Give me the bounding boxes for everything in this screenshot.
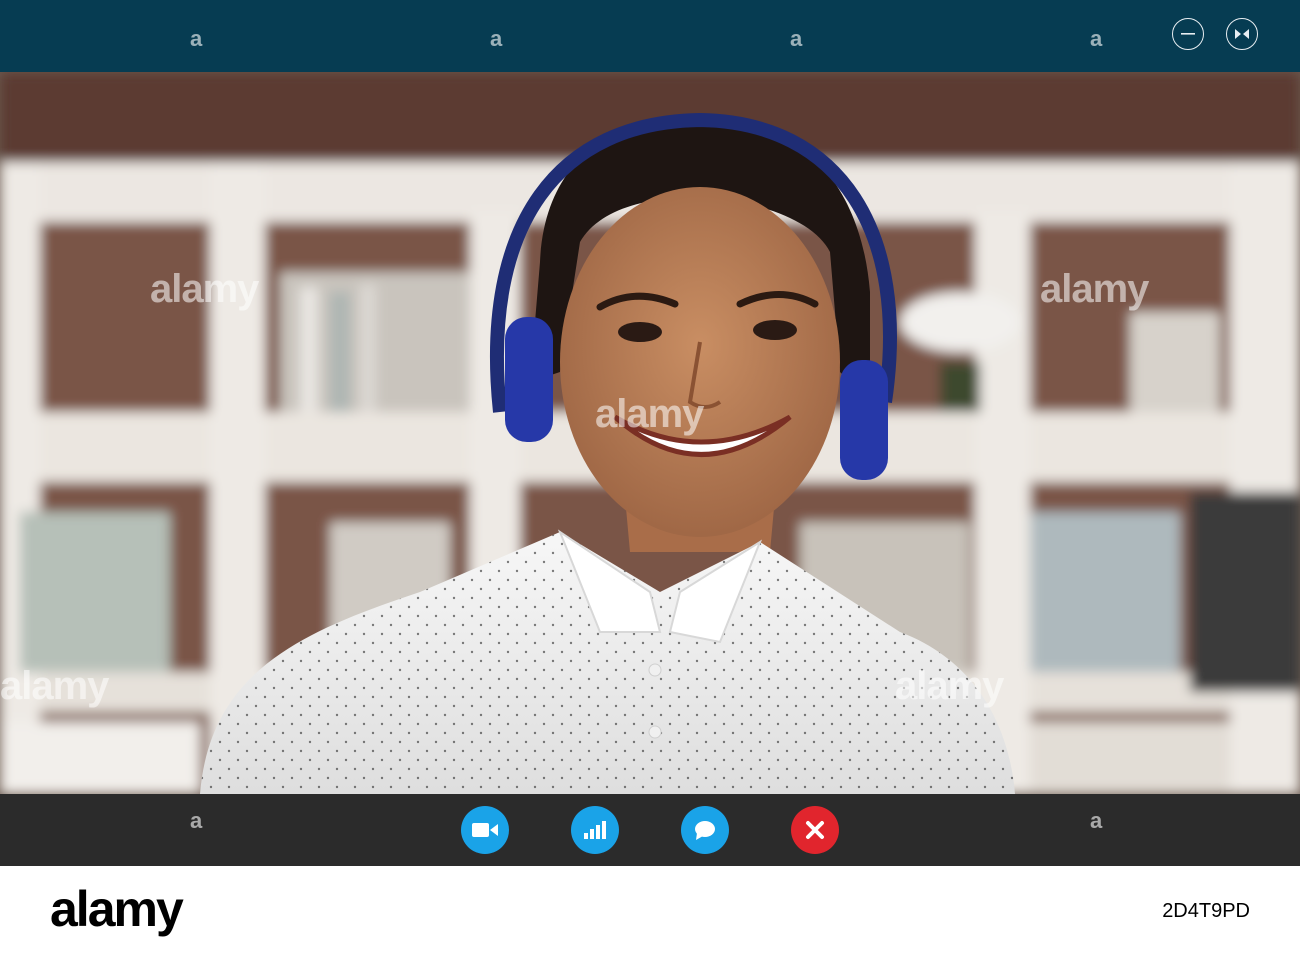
watermark-mark: a [190,808,203,833]
chat-button[interactable] [681,806,729,854]
video-feed: alamy alamy alamy alamy alamy [0,72,1300,794]
chat-bubble-icon [695,821,715,840]
watermark-mark: a [490,26,503,51]
watermark-mark: a [790,26,803,51]
watermark-mark: a [190,26,203,51]
video-camera-button[interactable] [461,806,509,854]
video-camera-icon [472,823,498,837]
minimize-icon [1181,33,1195,35]
minimize-button[interactable] [1172,18,1204,50]
watermark-mark: a [1090,808,1103,833]
watermark-mark: a [1090,26,1103,51]
stock-footer: alamy 2D4T9PD [0,866,1300,956]
woman-with-headphones [0,72,1300,794]
close-icon [806,821,824,839]
collapse-icon [1235,29,1249,39]
end-call-button[interactable] [791,806,839,854]
restore-button[interactable] [1226,18,1258,50]
call-control-bar: a a [0,794,1300,866]
window-title-bar: a a a a [0,0,1300,72]
image-id: 2D4T9PD [1162,900,1250,922]
signal-bars-icon [584,821,606,839]
alamy-logo: alamy [50,881,184,937]
signal-stats-button[interactable] [571,806,619,854]
